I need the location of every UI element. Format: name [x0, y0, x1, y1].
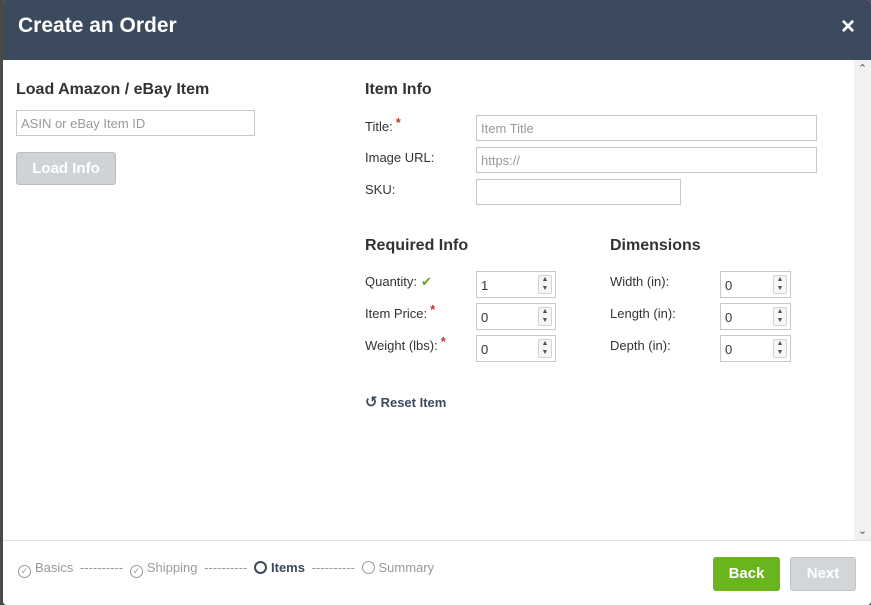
spin-down-icon[interactable]: ▼ [774, 317, 786, 325]
spin-up-icon[interactable]: ▲ [774, 276, 786, 284]
step-separator: ---------- [204, 560, 248, 575]
step-summary-label: Summary [378, 560, 435, 575]
title-label: Title: * [365, 115, 401, 134]
weight-stepper[interactable]: 0 ▲ ▼ [476, 335, 556, 362]
reset-item-label: Reset Item [380, 395, 447, 410]
next-button[interactable]: Next [790, 557, 856, 591]
spin-up-icon[interactable]: ▲ [539, 340, 551, 348]
quantity-label: Quantity: ✔ [365, 274, 432, 290]
item-info-title: Item Info [365, 81, 432, 98]
dimensions-title: Dimensions [610, 237, 701, 254]
back-button[interactable]: Back [713, 557, 780, 591]
create-order-modal: Create an Order × Load Amazon / eBay Ite… [3, 0, 871, 605]
width-label: Width (in): [610, 274, 670, 289]
circle-icon [254, 561, 267, 574]
required-asterisk: * [440, 334, 446, 349]
width-value: 0 [725, 278, 733, 293]
spin-down-icon[interactable]: ▼ [539, 349, 551, 357]
spinner[interactable]: ▲ ▼ [538, 307, 552, 326]
required-asterisk: * [430, 302, 436, 317]
image-url-input[interactable] [476, 147, 817, 173]
close-icon[interactable]: × [837, 14, 859, 40]
progress-stepper: ✓ Basics ---------- ✓ Shipping ---------- … [18, 560, 434, 578]
step-shipping-label: Shipping [146, 560, 198, 575]
spin-up-icon[interactable]: ▲ [539, 308, 551, 316]
check-circle-icon: ✓ [18, 565, 31, 578]
weight-label: Weight (lbs): * [365, 334, 446, 353]
modal-body: Load Amazon / eBay Item Load Info Item I… [3, 60, 871, 540]
width-stepper[interactable]: 0 ▲ ▼ [720, 271, 791, 298]
spin-down-icon[interactable]: ▼ [539, 317, 551, 325]
asin-input[interactable] [16, 110, 255, 136]
length-value: 0 [725, 310, 733, 325]
modal-footer: ✓ Basics ---------- ✓ Shipping ---------- … [3, 540, 871, 605]
depth-stepper[interactable]: 0 ▲ ▼ [720, 335, 791, 362]
required-asterisk: * [395, 115, 401, 130]
step-items: Items [254, 560, 305, 575]
spin-up-icon[interactable]: ▲ [774, 340, 786, 348]
depth-value: 0 [725, 342, 733, 357]
item-title-input[interactable] [476, 115, 817, 141]
depth-label: Depth (in): [610, 338, 671, 353]
modal-title: Create an Order [18, 14, 177, 37]
circle-icon [361, 561, 375, 574]
check-icon: ✔ [421, 274, 432, 289]
step-items-label: Items [271, 560, 305, 575]
scroll-up-icon[interactable]: ⌃ [854, 62, 871, 76]
scrollbar[interactable]: ⌃ ⌄ [854, 60, 871, 540]
load-info-button[interactable]: Load Info [16, 152, 116, 185]
weight-label-text: Weight (lbs): [365, 338, 438, 353]
quantity-value: 1 [481, 278, 489, 293]
item-price-label-text: Item Price: [365, 306, 428, 321]
spin-down-icon[interactable]: ▼ [774, 285, 786, 293]
weight-value: 0 [481, 342, 489, 357]
spinner[interactable]: ▲ ▼ [773, 307, 787, 326]
sku-label: SKU: [365, 182, 396, 197]
step-separator: ---------- [79, 560, 124, 575]
quantity-stepper[interactable]: 1 ▲ ▼ [476, 271, 556, 298]
spinner[interactable]: ▲ ▼ [538, 275, 552, 294]
spinner[interactable]: ▲ ▼ [773, 339, 787, 358]
length-label: Length (in): [610, 306, 676, 321]
sku-input[interactable] [476, 179, 681, 205]
step-shipping: ✓ Shipping [129, 560, 198, 578]
spin-up-icon[interactable]: ▲ [539, 276, 551, 284]
spinner[interactable]: ▲ ▼ [773, 275, 787, 294]
spinner[interactable]: ▲ ▼ [538, 339, 552, 358]
item-price-value: 0 [481, 310, 489, 325]
length-stepper[interactable]: 0 ▲ ▼ [720, 303, 791, 330]
reset-item-link[interactable]: ↺ Reset Item [365, 393, 446, 411]
step-separator: ---------- [311, 560, 355, 575]
check-circle-icon: ✓ [129, 565, 143, 578]
scroll-down-icon[interactable]: ⌄ [854, 524, 871, 538]
item-price-label: Item Price: * [365, 302, 435, 321]
load-section-title: Load Amazon / eBay Item [16, 81, 210, 98]
spin-down-icon[interactable]: ▼ [539, 285, 551, 293]
step-summary: Summary [361, 560, 435, 575]
undo-icon: ↺ [365, 394, 378, 411]
title-label-text: Title: [365, 119, 393, 134]
step-basics-label: Basics [35, 560, 74, 575]
modal-header: Create an Order × [3, 0, 871, 60]
step-basics: ✓ Basics [18, 560, 73, 578]
spin-up-icon[interactable]: ▲ [774, 308, 786, 316]
required-info-title: Required Info [365, 237, 469, 254]
quantity-label-text: Quantity: [365, 274, 418, 289]
item-price-stepper[interactable]: 0 ▲ ▼ [476, 303, 556, 330]
spin-down-icon[interactable]: ▼ [774, 349, 786, 357]
image-url-label: Image URL: [365, 150, 435, 165]
